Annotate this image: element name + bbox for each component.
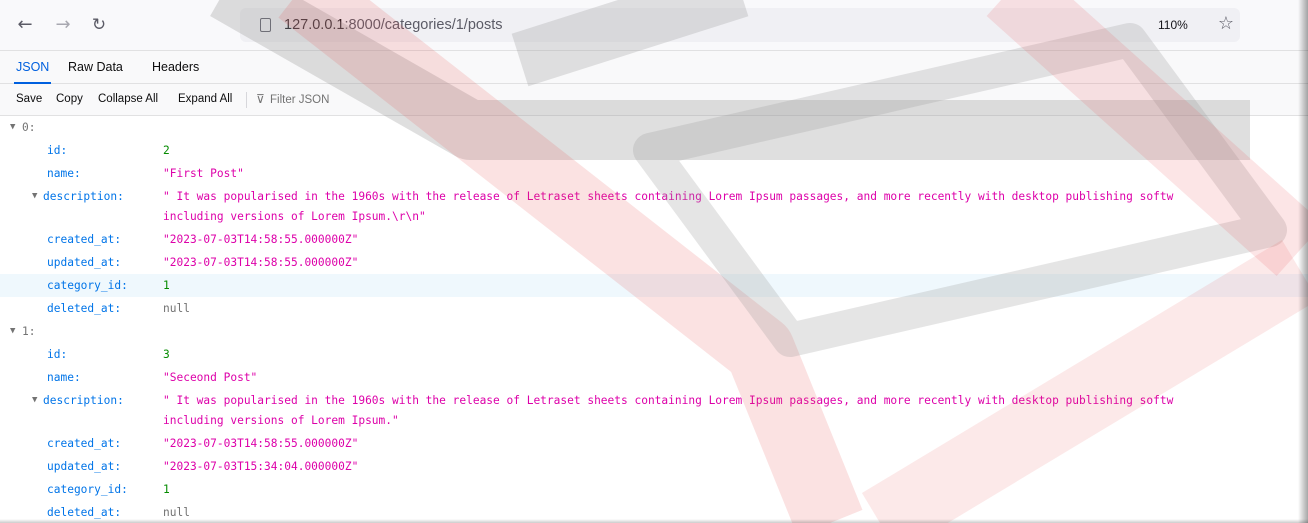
array-index: 0: [22,121,36,134]
browser-toolbar: ← → ↻ 127.0.0.1:8000/categories/1/posts … [0,0,1308,50]
table-row[interactable]: name: "First Post" [0,162,1308,185]
table-row[interactable]: deleted_at: null [0,297,1308,320]
forward-arrow-icon[interactable]: → [52,14,74,36]
json-value-continuation: including versions of Lorem Ipsum." [163,414,399,427]
table-row[interactable]: category_id: 1 [0,478,1308,501]
table-row[interactable]: created_at: "2023-07-03T14:58:55.000000Z… [0,228,1308,251]
table-row[interactable]: name: "Seceond Post" [0,366,1308,389]
table-row[interactable]: id: 2 [0,139,1308,162]
json-value: "2023-07-03T14:58:55.000000Z" [163,256,359,269]
table-row[interactable]: created_at: "2023-07-03T14:58:55.000000Z… [0,432,1308,455]
zoom-level-badge[interactable]: 110% [1150,14,1196,36]
url-host: 127.0.0.1 [284,17,345,33]
json-value: "2023-07-03T15:34:04.000000Z" [163,460,359,473]
json-tree: ▼ 0: id: 2 name: "First Post" ▼ descript… [0,116,1308,523]
json-value: 1 [163,279,170,292]
url-text[interactable]: 127.0.0.1:8000/categories/1/posts [284,17,502,33]
save-button[interactable]: Save [16,84,42,115]
copy-button[interactable]: Copy [56,84,83,115]
filter-icon: ⊽ [256,92,265,106]
json-key: created_at: [47,437,122,450]
json-value: "Seceond Post" [163,371,258,384]
table-row[interactable]: updated_at: "2023-07-03T15:34:04.000000Z… [0,455,1308,478]
json-key: name: [47,371,81,384]
json-key: deleted_at: [47,302,122,315]
json-key: category_id: [47,483,128,496]
tab-headers[interactable]: Headers [150,51,201,84]
expand-triangle-icon[interactable]: ▼ [10,116,15,139]
json-viewer-tabs: JSON Raw Data Headers [0,50,1308,84]
table-row[interactable]: updated_at: "2023-07-03T14:58:55.000000Z… [0,251,1308,274]
table-row-continuation: including versions of Lorem Ipsum." [0,409,1308,432]
json-value: "2023-07-03T14:58:55.000000Z" [163,437,359,450]
json-key: created_at: [47,233,122,246]
json-value: 2 [163,144,170,157]
json-key: id: [47,348,68,361]
bookmark-star-icon[interactable]: ☆ [1215,13,1237,35]
json-viewer-toolbar: Save Copy Collapse All Expand All ⊽ [0,84,1308,116]
filter-json-input[interactable] [270,89,470,110]
tab-json[interactable]: JSON [14,51,52,84]
json-value: "First Post" [163,167,244,180]
collapse-all-button[interactable]: Collapse All [98,84,158,115]
array-index: 1: [22,325,36,338]
json-key: updated_at: [47,256,122,269]
tab-raw-data[interactable]: Raw Data [66,51,125,84]
frame-shadow-right [1298,0,1308,523]
json-value: 3 [163,348,170,361]
json-key: name: [47,167,81,180]
browser-window: ← → ↻ 127.0.0.1:8000/categories/1/posts … [0,0,1308,523]
page-icon [260,18,271,32]
expand-all-button[interactable]: Expand All [178,84,232,115]
json-key: updated_at: [47,460,122,473]
table-row-hovered[interactable]: category_id: 1 [0,274,1308,297]
tree-node-0[interactable]: ▼ 0: [0,116,1308,139]
tree-node-1[interactable]: ▼ 1: [0,320,1308,343]
address-bar[interactable]: 127.0.0.1:8000/categories/1/posts 110% ☆ [240,8,1240,42]
json-value: "2023-07-03T14:58:55.000000Z" [163,233,359,246]
expand-triangle-icon[interactable]: ▼ [10,320,15,343]
url-path: :8000/categories/1/posts [344,17,503,33]
table-row-continuation: including versions of Lorem Ipsum.\r\n" [0,205,1308,228]
reload-icon[interactable]: ↻ [88,14,110,36]
json-key: category_id: [47,279,128,292]
toolbar-divider [246,92,247,108]
json-key: id: [47,144,68,157]
json-value: null [163,302,190,315]
json-value-continuation: including versions of Lorem Ipsum.\r\n" [163,210,426,223]
table-row[interactable]: id: 3 [0,343,1308,366]
frame-shadow-bottom [0,519,1308,523]
back-arrow-icon[interactable]: ← [14,14,36,36]
json-value: 1 [163,483,170,496]
